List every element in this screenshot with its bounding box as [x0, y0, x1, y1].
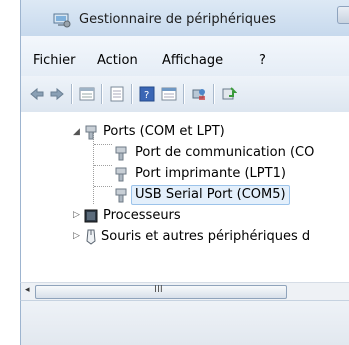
mouse-icon — [83, 229, 99, 245]
tree-node-port-communication[interactable]: Port de communication (CO — [21, 143, 349, 163]
toolbar-separator — [101, 84, 103, 104]
tree-node-label: USB Serial Port (COM5) — [131, 185, 290, 205]
menu-affichage[interactable]: Affichage — [162, 53, 223, 68]
toolbar-separator — [183, 84, 185, 104]
title-bar: Gestionnaire de périphériques — [20, 0, 349, 36]
toolbar: ? — [20, 76, 349, 113]
device-manager-window: Gestionnaire de périphériques Fichier Ac… — [0, 0, 349, 345]
collapse-arrow-icon[interactable]: ◢ — [73, 127, 80, 137]
properties-icon[interactable] — [79, 86, 95, 102]
port-connector-icon — [113, 166, 129, 182]
tree-node-processors[interactable]: ▷ Processeurs — [21, 206, 349, 226]
tree-node-port-imprimante[interactable]: Port imprimante (LPT1) — [21, 164, 349, 184]
tree-node-label: Souris et autres périphériques d — [101, 229, 311, 244]
menu-bar: Fichier Action Affichage ? — [20, 36, 349, 76]
tree-node-label: Ports (COM et LPT) — [103, 124, 225, 139]
tree-node-label: Port de communication (CO — [135, 145, 315, 160]
toolbar-separator — [131, 84, 133, 104]
port-connector-icon — [113, 145, 129, 161]
tree-node-label: Port imprimante (LPT1) — [135, 166, 286, 181]
back-icon[interactable] — [29, 86, 45, 102]
toolbar-separator — [213, 84, 215, 104]
horizontal-scrollbar[interactable]: ◂ III — [20, 282, 349, 300]
tree-node-mice[interactable]: ▷ Souris et autres périphériques d — [21, 227, 349, 247]
details-icon[interactable] — [109, 86, 125, 102]
menu-help[interactable]: ? — [259, 53, 266, 68]
window-title: Gestionnaire de périphériques — [79, 12, 277, 27]
port-connector-icon — [113, 187, 129, 203]
toolbar-separator — [71, 84, 73, 104]
status-bar — [20, 300, 349, 345]
device-tree: ◢ Ports (COM et LPT) Port de communicati… — [20, 112, 349, 282]
minimize-button[interactable] — [337, 6, 349, 24]
menu-action[interactable]: Action — [97, 53, 138, 68]
scan-hardware-icon[interactable] — [191, 86, 207, 102]
scroll-left-arrow-icon[interactable]: ◂ — [25, 285, 30, 295]
tree-node-ports[interactable]: ◢ Ports (COM et LPT) — [21, 122, 349, 142]
menu-fichier[interactable]: Fichier — [33, 53, 76, 68]
tree-node-label: Processeurs — [103, 208, 181, 223]
update-driver-icon[interactable] — [221, 86, 238, 102]
help-icon[interactable]: ? — [139, 86, 155, 102]
tree-node-usb-serial-port[interactable]: USB Serial Port (COM5) — [21, 185, 349, 205]
expand-arrow-icon[interactable]: ▷ — [73, 231, 80, 241]
scrollbar-thumb[interactable]: III — [35, 284, 287, 299]
device-manager-icon — [53, 12, 71, 28]
processor-icon — [83, 208, 99, 224]
svg-text:?: ? — [144, 90, 149, 101]
forward-icon[interactable] — [49, 86, 65, 102]
expand-arrow-icon[interactable]: ▷ — [73, 210, 80, 220]
view-icon[interactable] — [161, 86, 177, 102]
port-connector-icon — [83, 124, 99, 140]
scrollbar-grip: III — [154, 284, 163, 295]
